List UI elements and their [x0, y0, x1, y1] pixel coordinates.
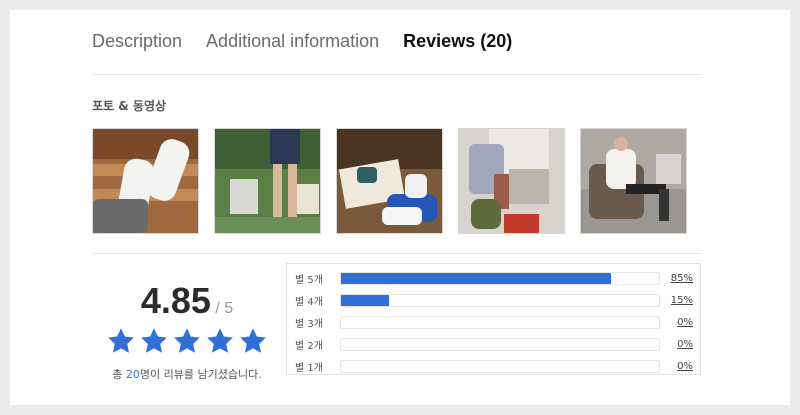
tab-reviews[interactable]: Reviews (20) — [403, 31, 512, 52]
reviews-panel: Description Additional information Revie… — [10, 10, 790, 405]
total-count: 20 — [125, 368, 140, 381]
rating-row-4: 별 4개 15% — [295, 289, 693, 311]
star-icon — [172, 326, 202, 356]
rating-row-3: 별 3개 0% — [295, 311, 693, 333]
average-score: 4.85 / 5 — [92, 280, 282, 322]
rating-percent-link[interactable]: 0% — [660, 317, 693, 328]
star-icon — [139, 326, 169, 356]
rating-label: 별 1개 — [295, 362, 323, 374]
rating-bar-track — [340, 315, 660, 329]
rating-percent-link[interactable]: 0% — [660, 361, 693, 372]
rating-bar-track — [340, 293, 660, 307]
tab-bar: Description Additional information Revie… — [92, 28, 536, 54]
photo-section-title: 포토 & 동영상 — [92, 99, 167, 113]
rating-summary: 4.85 / 5 총 20명이 리뷰를 남기셨습니다. — [92, 280, 282, 385]
photo-gallery[interactable] — [92, 128, 702, 234]
star-rating — [92, 326, 282, 356]
score-value: 4.85 — [140, 280, 211, 321]
rating-distribution: 별 5개 85% 별 4개 15% 별 3개 0% 별 2개 0% 별 1개 0… — [286, 263, 701, 375]
review-photo-5[interactable] — [580, 128, 688, 234]
rating-label: 별 5개 — [295, 274, 323, 286]
rating-row-1: 별 1개 0% — [295, 355, 693, 377]
rating-bar-track — [340, 271, 660, 285]
rating-label: 별 3개 — [295, 318, 323, 330]
rating-percent-link[interactable]: 85% — [660, 273, 693, 284]
tab-additional-information[interactable]: Additional information — [206, 31, 379, 52]
total-prefix: 총 — [112, 368, 126, 381]
score-max: / 5 — [215, 300, 234, 317]
review-photo-1[interactable] — [92, 128, 199, 234]
rating-label: 별 2개 — [295, 340, 323, 352]
total-reviews-text: 총 20명이 리뷰를 남기셨습니다. — [92, 366, 282, 382]
rating-bar-track — [340, 337, 660, 351]
star-icon — [238, 326, 268, 356]
tab-description[interactable]: Description — [92, 31, 182, 52]
tab-divider — [92, 74, 702, 75]
rating-label: 별 4개 — [295, 296, 323, 308]
rating-bar-fill — [341, 294, 389, 306]
rating-bar-track — [340, 359, 660, 373]
rating-bar-fill — [341, 272, 612, 284]
rating-row-5: 별 5개 85% — [295, 267, 693, 289]
rating-row-2: 별 2개 0% — [295, 333, 693, 355]
rating-percent-link[interactable]: 0% — [660, 339, 693, 350]
rating-percent-link[interactable]: 15% — [660, 295, 693, 306]
section-divider — [92, 253, 702, 254]
review-photo-3[interactable] — [336, 128, 444, 234]
total-suffix: 명이 리뷰를 남기셨습니다. — [139, 368, 262, 381]
review-photo-2[interactable] — [214, 128, 322, 234]
star-icon — [106, 326, 136, 356]
star-icon — [205, 326, 235, 356]
review-photo-4[interactable] — [458, 128, 566, 234]
